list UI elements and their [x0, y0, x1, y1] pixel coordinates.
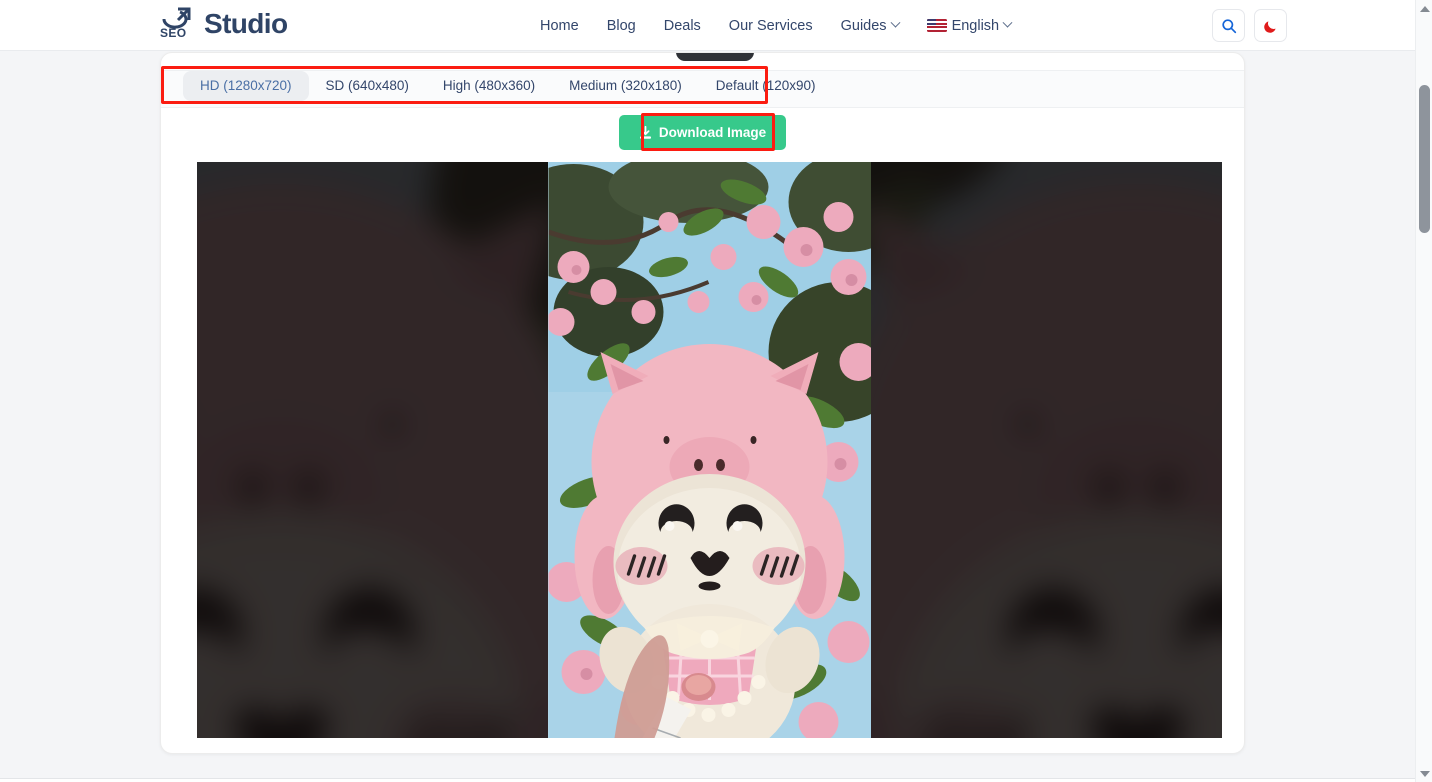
image-preview	[197, 162, 1222, 738]
tab-high[interactable]: High (480x360)	[426, 71, 552, 101]
nav-label: Home	[540, 17, 579, 34]
dark-mode-toggle[interactable]	[1254, 9, 1287, 42]
us-flag-icon	[926, 19, 947, 32]
vertical-scrollbar[interactable]	[1415, 0, 1432, 782]
seo-growth-arrow-icon: SEO	[158, 6, 202, 42]
plush-photo	[548, 162, 871, 738]
search-button[interactable]	[1212, 9, 1245, 42]
blurred-backdrop-right	[871, 162, 1222, 738]
language-label: English	[951, 17, 1000, 34]
blurred-backdrop-left	[197, 162, 548, 738]
download-icon	[639, 125, 651, 139]
nav-label: Guides	[840, 17, 887, 34]
download-row: Download Image	[161, 115, 1244, 150]
nav-item-deals[interactable]: Deals	[664, 18, 701, 34]
tab-hd[interactable]: HD (1280x720)	[183, 71, 309, 101]
letterbox-left	[197, 162, 548, 738]
tab-default[interactable]: Default (120x90)	[699, 71, 833, 101]
search-icon	[1221, 18, 1236, 33]
site-header: SEO Studio Home Blog Deals Our Services …	[0, 0, 1415, 51]
scrollbar-thumb[interactable]	[1419, 85, 1430, 233]
nav-label: Our Services	[728, 17, 813, 34]
clipped-pill-above-tabs	[676, 53, 754, 61]
download-image-button[interactable]: Download Image	[618, 115, 787, 150]
brand-logo[interactable]: SEO Studio	[158, 6, 288, 42]
main-navigation: Home Blog Deals Our Services Guides Engl…	[540, 0, 1013, 51]
page-bottom-edge	[0, 778, 1415, 782]
chevron-down-icon	[1002, 17, 1013, 28]
language-selector[interactable]: English	[926, 17, 1013, 34]
browser-viewport: SEO Studio Home Blog Deals Our Services …	[0, 0, 1432, 782]
svg-text:SEO: SEO	[160, 26, 187, 40]
header-actions	[1212, 9, 1287, 42]
tool-result-card: HD (1280x720) SD (640x480) High (480x360…	[160, 52, 1245, 754]
scroll-down-arrow[interactable]	[1416, 765, 1432, 782]
nav-label: Blog	[606, 17, 636, 34]
scroll-up-arrow[interactable]	[1416, 0, 1432, 17]
nav-item-our-services[interactable]: Our Services	[729, 18, 813, 34]
download-button-label: Download Image	[658, 125, 767, 140]
preview-image	[548, 162, 871, 738]
nav-item-guides[interactable]: Guides	[840, 17, 901, 34]
quality-tabs: HD (1280x720) SD (640x480) High (480x360…	[183, 71, 833, 101]
tab-medium[interactable]: Medium (320x180)	[552, 71, 699, 101]
nav-item-blog[interactable]: Blog	[607, 18, 636, 34]
letterbox-right	[871, 162, 1222, 738]
chevron-down-icon	[890, 17, 901, 28]
tab-sd[interactable]: SD (640x480)	[309, 71, 426, 101]
brand-name: Studio	[204, 8, 288, 39]
moon-icon	[1263, 20, 1276, 33]
nav-label: Deals	[663, 17, 701, 34]
nav-item-home[interactable]: Home	[540, 18, 579, 34]
